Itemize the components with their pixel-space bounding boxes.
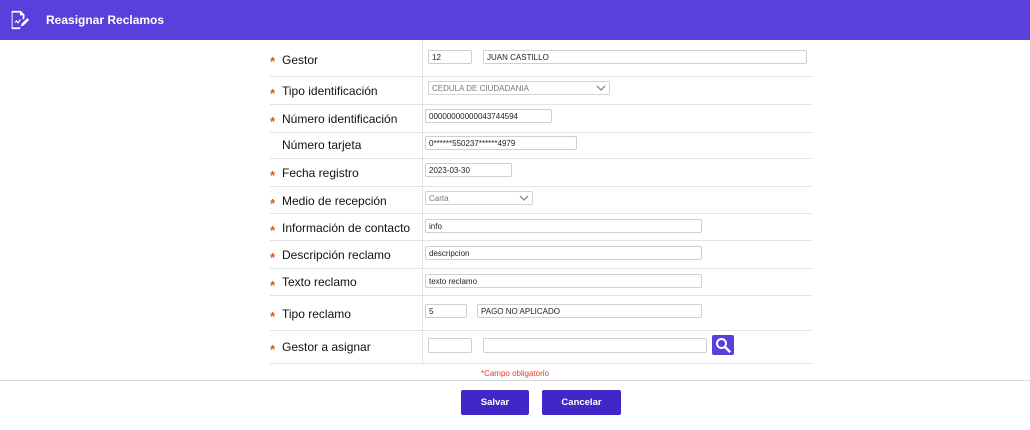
save-button[interactable]: Salvar: [461, 390, 529, 415]
required-star: *: [270, 114, 276, 129]
app-header: Reasignar Reclamos: [0, 0, 1030, 40]
informacion-contacto-label: Información de contacto: [282, 221, 411, 235]
fecha-registro-label: Fecha registro: [282, 166, 359, 180]
required-star: *: [270, 342, 276, 357]
divider: [0, 380, 1030, 381]
chevron-down-icon: [596, 85, 606, 91]
edit-document-icon: [11, 10, 30, 30]
search-button[interactable]: [712, 335, 734, 355]
medio-recepcion-select[interactable]: Carta: [425, 191, 533, 205]
descripcion-reclamo-label: Descripción reclamo: [282, 248, 391, 262]
required-star: *: [270, 223, 276, 238]
fecha-registro-row: * Fecha registro 2023-03-30: [270, 158, 812, 187]
cancel-button[interactable]: Cancelar: [542, 390, 621, 415]
tipo-reclamo-code-input[interactable]: 5: [425, 304, 467, 318]
gestor-name-input[interactable]: JUAN CASTILLO: [483, 50, 807, 64]
numero-tarjeta-row: Número tarjeta 0******550237******4979: [270, 132, 812, 159]
page-title: Reasignar Reclamos: [46, 13, 165, 27]
required-star: *: [270, 196, 276, 211]
texto-reclamo-input[interactable]: texto reclamo: [425, 274, 702, 288]
required-star: *: [270, 278, 276, 293]
required-star: *: [270, 86, 276, 101]
gestor-asignar-row: * Gestor a asignar: [270, 330, 812, 364]
required-star: *: [270, 309, 276, 324]
descripcion-reclamo-row: * Descripción reclamo descripcion: [270, 240, 812, 269]
tipo-reclamo-label: Tipo reclamo: [282, 307, 351, 321]
gestor-asignar-label: Gestor a asignar: [282, 340, 371, 354]
numero-tarjeta-input[interactable]: 0******550237******4979: [425, 136, 577, 150]
gestor-code-input[interactable]: 12: [428, 50, 472, 64]
medio-recepcion-row: * Medio de recepción Carta: [270, 186, 812, 214]
numero-identificacion-label: Número identificación: [282, 112, 398, 126]
search-icon: [716, 338, 731, 353]
numero-identificacion-input[interactable]: 00000000000043744594: [425, 109, 552, 123]
gestor-row: * Gestor 12 JUAN CASTILLO: [270, 40, 812, 77]
texto-reclamo-row: * Texto reclamo texto reclamo: [270, 268, 812, 296]
texto-reclamo-label: Texto reclamo: [282, 275, 357, 289]
numero-identificacion-row: * Número identificación 0000000000004374…: [270, 104, 812, 133]
gestor-asignar-code-input[interactable]: [428, 338, 472, 353]
informacion-contacto-input[interactable]: info: [425, 219, 702, 233]
chevron-down-icon: [519, 195, 529, 201]
tipo-identificacion-select[interactable]: CEDULA DE CIUDADANIA: [428, 81, 610, 95]
tipo-identificacion-row: * Tipo identificación CEDULA DE CIUDADAN…: [270, 76, 812, 105]
descripcion-reclamo-input[interactable]: descripcion: [425, 246, 702, 260]
required-star: *: [270, 250, 276, 265]
numero-tarjeta-label: Número tarjeta: [282, 138, 362, 152]
gestor-label: Gestor: [282, 53, 319, 67]
fecha-registro-input[interactable]: 2023-03-30: [425, 163, 512, 177]
medio-recepcion-label: Medio de recepción: [282, 194, 387, 208]
tipo-identificacion-label: Tipo identificación: [282, 84, 378, 98]
tipo-reclamo-name-input[interactable]: PAGO NO APLICADO: [477, 304, 702, 318]
required-field-note: *Campo obligatorio: [480, 369, 550, 378]
required-star: *: [270, 168, 276, 183]
gestor-asignar-name-input[interactable]: [483, 338, 707, 353]
required-star: *: [270, 54, 276, 69]
tipo-reclamo-row: * Tipo reclamo 5 PAGO NO APLICADO: [270, 295, 812, 331]
informacion-contacto-row: * Información de contacto info: [270, 213, 812, 241]
